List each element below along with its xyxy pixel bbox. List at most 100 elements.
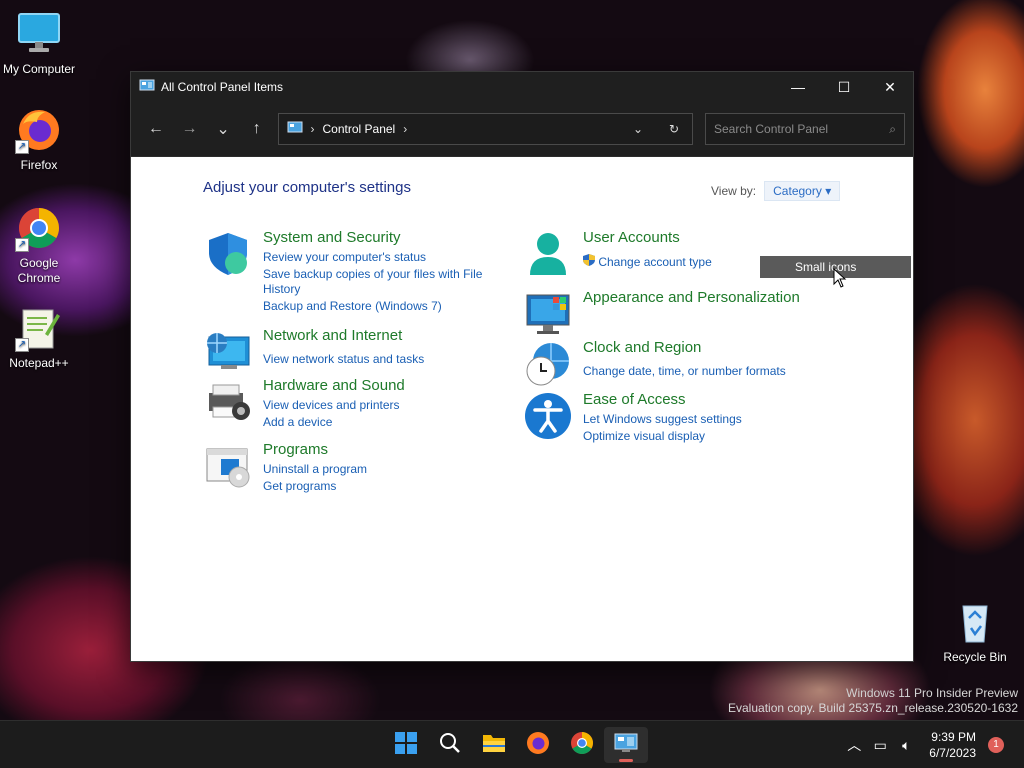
arrow-left-icon: ← (147, 120, 164, 137)
navigation-bar: ← → ⌄ ↑ › Control Panel › ⌄ ↻ ⌕ (131, 102, 913, 157)
link-optimize-display[interactable]: Optimize visual display (583, 429, 742, 444)
accessibility-icon[interactable] (523, 391, 573, 441)
taskbar-file-explorer[interactable] (472, 727, 516, 763)
minimize-icon: — (791, 79, 805, 95)
category-title[interactable]: System and Security (263, 229, 493, 246)
taskbar-chrome[interactable] (560, 727, 604, 763)
control-panel-window: All Control Panel Items — ☐ ✕ ← → ⌄ ↑ › … (130, 71, 914, 662)
desktop-icon-label: My Computer (2, 62, 76, 76)
search-input[interactable] (714, 122, 890, 136)
page-title: Adjust your computer's settings (203, 179, 411, 196)
desktop-icon-label: Notepad++ (9, 356, 69, 370)
arrow-up-icon: ↑ (252, 120, 261, 137)
category-title[interactable]: Network and Internet (263, 327, 424, 344)
link-suggest-settings[interactable]: Let Windows suggest settings (583, 412, 742, 427)
user-icon[interactable] (523, 229, 573, 279)
category-title[interactable]: Programs (263, 441, 367, 458)
start-icon (394, 731, 418, 760)
category-hardware-sound: Hardware and Sound View devices and prin… (203, 377, 405, 430)
taskbar-apps (384, 727, 648, 763)
link-get-programs[interactable]: Get programs (263, 479, 367, 494)
search-icon (439, 732, 461, 759)
firefox-icon (526, 731, 550, 760)
link-add-device[interactable]: Add a device (263, 415, 405, 430)
desktop-icon-label: Firefox (20, 158, 58, 172)
desktop-icon-notepadpp[interactable]: ↗ Notepad++ (0, 304, 78, 371)
category-title[interactable]: Appearance and Personalization (583, 289, 800, 306)
breadcrumb-control-panel[interactable]: Control Panel (323, 122, 396, 136)
maximize-button[interactable]: ☐ (821, 72, 867, 102)
shortcut-arrow-icon: ↗ (15, 140, 29, 154)
recycle-bin-icon (951, 598, 999, 646)
desktop-icon-my-computer[interactable]: My Computer (0, 10, 78, 77)
control-panel-icon (139, 79, 155, 96)
control-panel-content: Adjust your computer's settings View by:… (131, 157, 913, 661)
link-devices-printers[interactable]: View devices and printers (263, 398, 405, 413)
shield-icon[interactable] (203, 229, 253, 279)
link-backup-restore[interactable]: Backup and Restore (Windows 7) (263, 299, 493, 314)
link-file-history[interactable]: Save backup copies of your files with Fi… (263, 267, 493, 297)
view-by: View by: Category ▾ (711, 181, 841, 201)
view-by-value: Category (773, 184, 822, 198)
control-panel-icon (614, 733, 638, 758)
network-icon[interactable]: ▭ (867, 737, 893, 754)
back-button[interactable]: ← (139, 114, 173, 144)
refresh-icon[interactable]: ↻ (656, 122, 692, 136)
close-icon: ✕ (884, 78, 896, 95)
printer-icon[interactable] (203, 377, 253, 427)
window-titlebar[interactable]: All Control Panel Items — ☐ ✕ (131, 72, 913, 102)
link-review-status[interactable]: Review your computer's status (263, 250, 493, 265)
taskbar-clock[interactable]: 9:39 PM 6/7/2023 (929, 729, 976, 761)
category-title[interactable]: User Accounts (583, 229, 712, 246)
taskbar-search-button[interactable] (428, 727, 472, 763)
category-user-accounts: User Accounts Change account type (523, 229, 712, 279)
breadcrumb-chevron-icon[interactable]: › (311, 122, 315, 136)
search-icon[interactable]: ⌕ (889, 122, 896, 137)
category-title[interactable]: Ease of Access (583, 391, 742, 408)
window-title: All Control Panel Items (161, 80, 284, 94)
chevron-up-icon[interactable]: ︿ (841, 735, 867, 755)
category-clock-region: Clock and Region Change date, time, or n… (523, 339, 786, 389)
forward-button[interactable]: → (173, 114, 207, 144)
network-globe-icon[interactable] (203, 327, 253, 377)
link-date-time-formats[interactable]: Change date, time, or number formats (583, 364, 786, 379)
desktop-icon-recycle-bin[interactable]: Recycle Bin (936, 598, 1014, 665)
os-watermark: Windows 11 Pro Insider Preview Evaluatio… (728, 686, 1018, 716)
link-label: Change account type (598, 255, 712, 269)
category-system-security: System and Security Review your computer… (203, 229, 493, 314)
file-explorer-icon (482, 732, 506, 759)
address-dropdown-icon[interactable]: ⌄ (620, 122, 656, 136)
taskbar-control-panel[interactable] (604, 727, 648, 763)
appearance-icon[interactable] (523, 289, 573, 339)
control-panel-icon (287, 121, 303, 138)
notification-badge[interactable]: 1 (988, 737, 1004, 753)
view-by-dropdown[interactable]: Category ▾ (764, 181, 841, 201)
volume-icon[interactable]: 🔈︎ (893, 737, 919, 754)
breadcrumb-chevron-icon[interactable]: › (403, 122, 407, 136)
clock-globe-icon[interactable] (523, 339, 573, 389)
minimize-button[interactable]: — (775, 72, 821, 102)
firefox-icon: ↗ (15, 106, 63, 154)
address-bar[interactable]: › Control Panel › ⌄ ↻ (277, 113, 693, 145)
desktop-icon-chrome[interactable]: ↗ Google Chrome (0, 204, 78, 286)
category-title[interactable]: Clock and Region (583, 339, 786, 356)
recent-locations-button[interactable]: ⌄ (206, 114, 240, 144)
search-box[interactable]: ⌕ (705, 113, 905, 145)
category-appearance: Appearance and Personalization (523, 289, 800, 339)
up-button[interactable]: ↑ (240, 114, 274, 144)
caret-down-icon: ▾ (825, 184, 832, 198)
link-network-status[interactable]: View network status and tasks (263, 352, 424, 367)
uac-shield-icon (583, 254, 598, 269)
link-change-account-type[interactable]: Change account type (583, 254, 712, 270)
desktop-icon-firefox[interactable]: ↗ Firefox (0, 106, 78, 173)
start-button[interactable] (384, 727, 428, 763)
shortcut-arrow-icon: ↗ (15, 238, 29, 252)
close-button[interactable]: ✕ (867, 72, 913, 102)
link-uninstall[interactable]: Uninstall a program (263, 462, 367, 477)
chrome-icon (570, 731, 594, 760)
arrow-right-icon: → (181, 120, 198, 137)
programs-icon[interactable] (203, 441, 253, 491)
taskbar-firefox[interactable] (516, 727, 560, 763)
taskbar: ︿ ▭ 🔈︎ 9:39 PM 6/7/2023 1 (0, 720, 1024, 768)
category-title[interactable]: Hardware and Sound (263, 377, 405, 394)
